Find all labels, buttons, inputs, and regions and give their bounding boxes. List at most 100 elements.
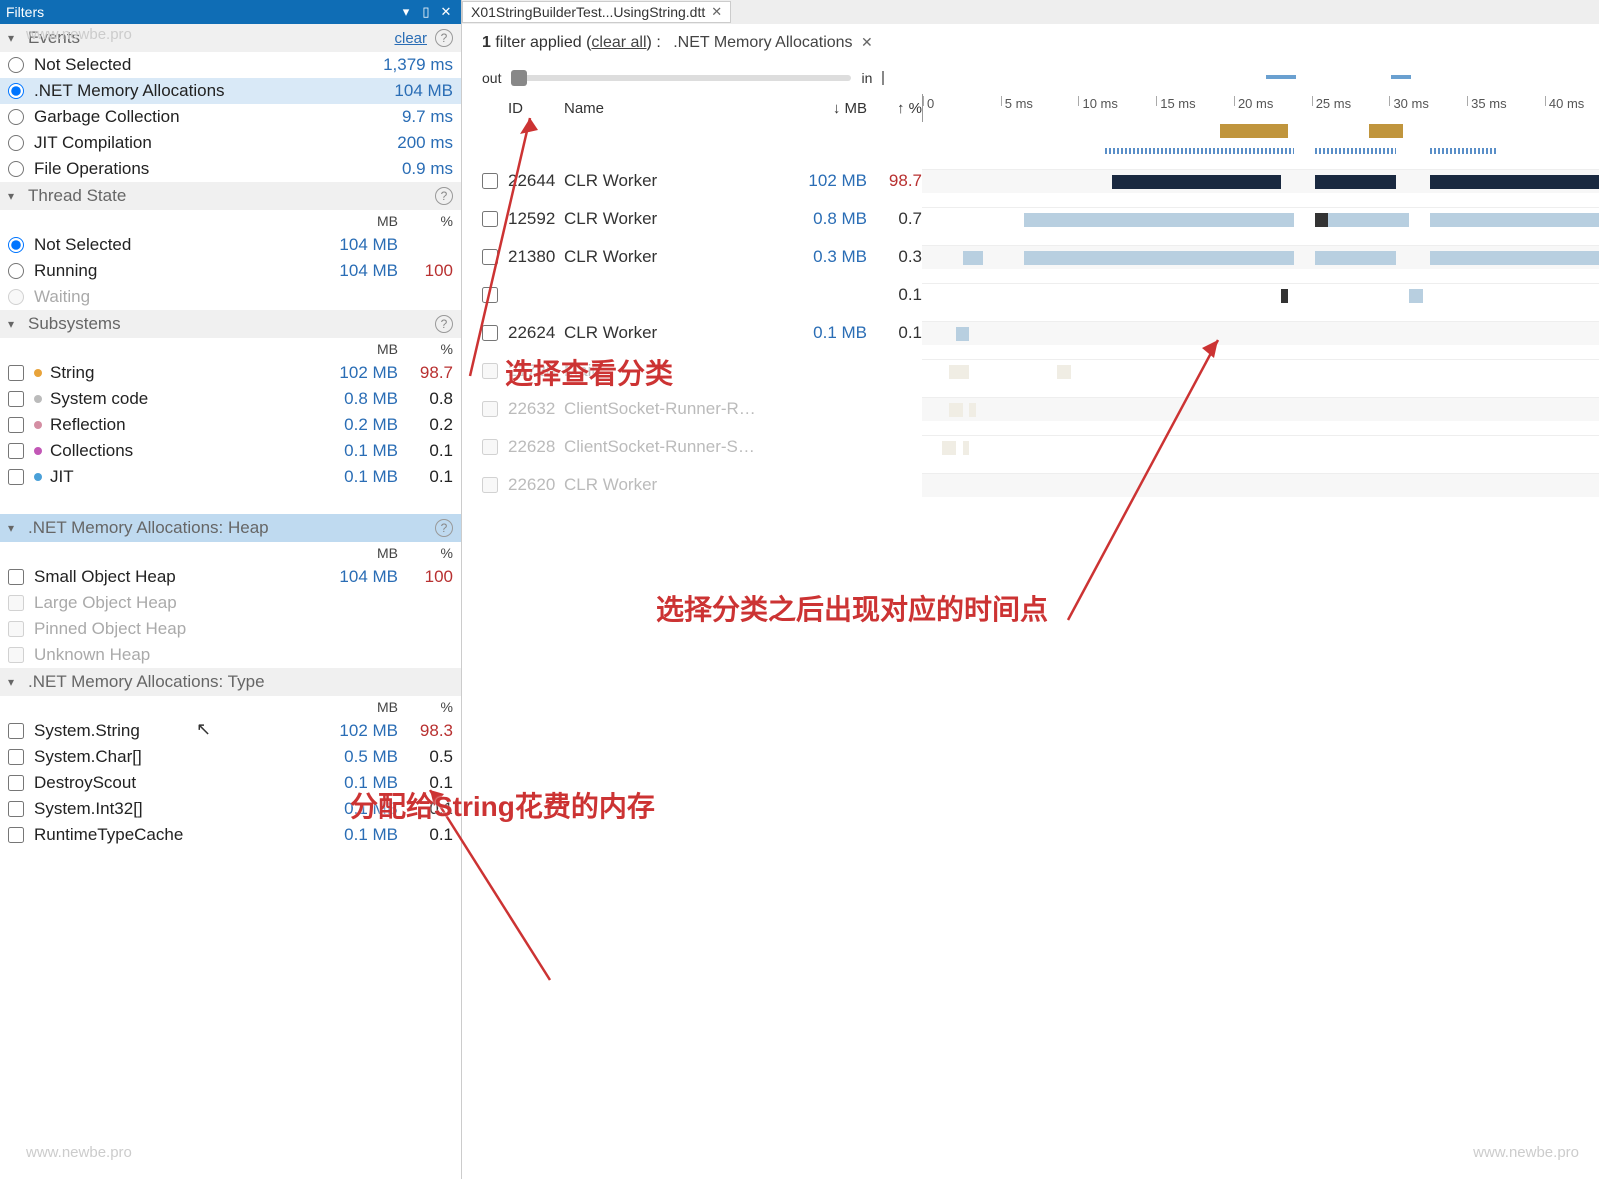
help-icon[interactable]: ? <box>435 315 453 333</box>
checkbox[interactable] <box>8 391 24 407</box>
checkbox[interactable] <box>482 287 498 303</box>
thread-name: CLR Worker <box>564 209 789 229</box>
row-value: 9.7 ms <box>363 107 453 127</box>
checkbox[interactable] <box>482 363 498 379</box>
thread-lane[interactable] <box>922 359 1599 383</box>
checkbox[interactable] <box>482 249 498 265</box>
radio[interactable] <box>8 263 24 279</box>
thread-row[interactable]: 22620 CLR Worker <box>482 466 1599 504</box>
thread-row[interactable]: 22644 CLR Worker 102 MB 98.7 <box>482 162 1599 200</box>
thread-lane[interactable] <box>922 397 1599 421</box>
thread-row[interactable]: 21380 CLR Worker 0.3 MB 0.3 <box>482 238 1599 276</box>
thread-row[interactable]: 22632 ClientSocket-Runner-R… <box>482 390 1599 428</box>
thread-row[interactable]: 12592 CLR Worker 0.8 MB 0.7 <box>482 200 1599 238</box>
clear-link[interactable]: clear <box>394 30 427 47</box>
help-icon[interactable]: ? <box>435 187 453 205</box>
close-icon[interactable]: ✕ <box>711 4 722 20</box>
thread-lane[interactable] <box>922 207 1599 231</box>
help-icon[interactable]: ? <box>435 519 453 537</box>
thread-lane[interactable] <box>922 169 1599 193</box>
zoom-slider[interactable] <box>511 75 851 81</box>
type-item[interactable]: System.Char[] 0.5 MB 0.5 <box>0 744 461 770</box>
events-item[interactable]: Not Selected 1,379 ms <box>0 52 461 78</box>
checkbox[interactable] <box>8 775 24 791</box>
radio[interactable] <box>8 83 24 99</box>
checkbox[interactable] <box>8 443 24 459</box>
thread-state-item[interactable]: Not Selected 104 MB <box>0 232 461 258</box>
heap-item[interactable]: Pinned Object Heap <box>0 616 461 642</box>
clear-all-link[interactable]: clear all <box>591 34 646 51</box>
chevron-down-icon: ▾ <box>8 675 24 689</box>
thread-row[interactable]: 0.1 <box>482 276 1599 314</box>
dropdown-icon[interactable]: ▾ <box>397 3 415 21</box>
thread-lane[interactable] <box>922 321 1599 345</box>
checkbox[interactable] <box>8 365 24 381</box>
checkbox[interactable] <box>482 173 498 189</box>
thread-lane[interactable] <box>922 245 1599 269</box>
row-pct: 100 <box>398 261 453 281</box>
close-icon[interactable]: ✕ <box>861 34 873 50</box>
subsystems-item[interactable]: Reflection 0.2 MB 0.2 <box>0 412 461 438</box>
radio[interactable] <box>8 109 24 125</box>
subsystems-header[interactable]: ▾ Subsystems ? <box>0 310 461 338</box>
heap-item[interactable]: Large Object Heap <box>0 590 461 616</box>
subsystems-item[interactable]: System code 0.8 MB 0.8 <box>0 386 461 412</box>
col-id[interactable]: ID <box>508 100 564 117</box>
timeline-ruler[interactable]: 05 ms10 ms15 ms20 ms25 ms30 ms35 ms40 ms <box>922 94 1599 122</box>
checkbox[interactable] <box>8 417 24 433</box>
thread-lane[interactable] <box>922 473 1599 497</box>
filters-title: Filters <box>6 4 395 20</box>
thread-row[interactable]: 22624 CLR Worker 0.1 MB 0.1 <box>482 314 1599 352</box>
checkbox[interactable] <box>482 401 498 417</box>
document-tab[interactable]: X01StringBuilderTest...UsingString.dtt ✕ <box>462 1 731 23</box>
checkbox[interactable] <box>8 569 24 585</box>
type-header[interactable]: ▾ .NET Memory Allocations: Type <box>0 668 461 696</box>
radio[interactable] <box>8 135 24 151</box>
checkbox[interactable] <box>8 827 24 843</box>
radio[interactable] <box>8 57 24 73</box>
help-icon[interactable]: ? <box>435 29 453 47</box>
color-dot-icon <box>34 447 42 455</box>
subsystems-item[interactable]: JIT 0.1 MB 0.1 <box>0 464 461 490</box>
checkbox[interactable] <box>8 801 24 817</box>
radio[interactable] <box>8 237 24 253</box>
checkbox[interactable] <box>482 211 498 227</box>
timeline-bar <box>1430 251 1599 265</box>
col-name[interactable]: Name <box>564 100 789 117</box>
type-item[interactable]: RuntimeTypeCache 0.1 MB 0.1 <box>0 822 461 848</box>
checkbox[interactable] <box>482 477 498 493</box>
checkbox[interactable] <box>8 723 24 739</box>
heap-header[interactable]: ▾ .NET Memory Allocations: Heap ? <box>0 514 461 542</box>
pin-icon[interactable]: ▯ <box>417 3 435 21</box>
thread-state-item[interactable]: Waiting <box>0 284 461 310</box>
close-icon[interactable]: ✕ <box>437 3 455 21</box>
col-pct[interactable]: ↑ % <box>867 100 922 117</box>
subsystems-item[interactable]: String 102 MB 98.7 <box>0 360 461 386</box>
checkbox[interactable] <box>8 621 24 637</box>
radio[interactable] <box>8 161 24 177</box>
subsystems-item[interactable]: Collections 0.1 MB 0.1 <box>0 438 461 464</box>
events-item[interactable]: File Operations 0.9 ms <box>0 156 461 182</box>
checkbox[interactable] <box>482 325 498 341</box>
overview-strip[interactable] <box>882 71 1579 85</box>
checkbox[interactable] <box>8 749 24 765</box>
col-mb[interactable]: ↓ MB <box>789 100 867 117</box>
thread-lane[interactable] <box>922 435 1599 459</box>
checkbox[interactable] <box>8 469 24 485</box>
slider-knob[interactable] <box>511 70 527 86</box>
filter-chip[interactable]: .NET Memory Allocations <box>673 34 852 51</box>
checkbox[interactable] <box>482 439 498 455</box>
events-item[interactable]: JIT Compilation 200 ms <box>0 130 461 156</box>
checkbox[interactable] <box>8 647 24 663</box>
events-item[interactable]: Garbage Collection 9.7 ms <box>0 104 461 130</box>
checkbox[interactable] <box>8 595 24 611</box>
radio[interactable] <box>8 289 24 305</box>
thread-state-header[interactable]: ▾ Thread State ? <box>0 182 461 210</box>
thread-state-item[interactable]: Running 104 MB 100 <box>0 258 461 284</box>
heap-item[interactable]: Small Object Heap 104 MB 100 <box>0 564 461 590</box>
thread-row[interactable]: 22628 ClientSocket-Runner-S… <box>482 428 1599 466</box>
events-item[interactable]: .NET Memory Allocations 104 MB <box>0 78 461 104</box>
type-item[interactable]: System.String 102 MB 98.3 <box>0 718 461 744</box>
thread-lane[interactable] <box>922 283 1599 307</box>
heap-item[interactable]: Unknown Heap <box>0 642 461 668</box>
